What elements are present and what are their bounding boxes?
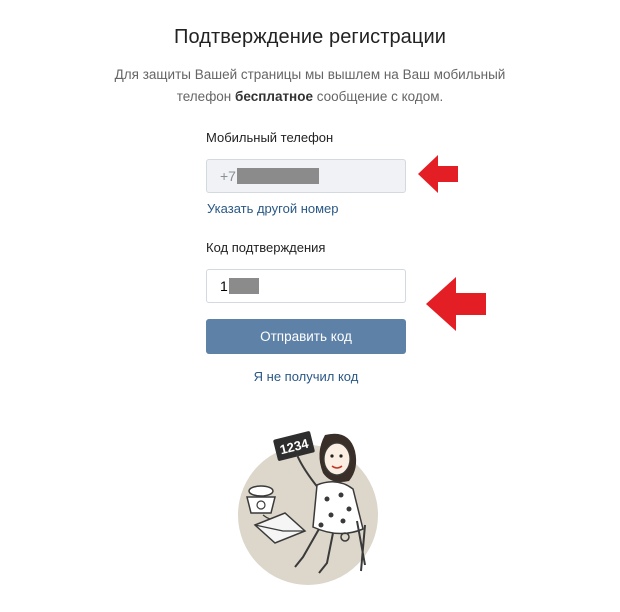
page-title: Подтверждение регистрации xyxy=(173,26,447,48)
description-bold: бесплатное xyxy=(235,89,313,104)
code-not-received-link[interactable]: Я не получил код xyxy=(206,369,406,384)
change-phone-link[interactable]: Указать другой номер xyxy=(207,201,339,216)
phone-label: Мобильный телефон xyxy=(206,130,334,145)
send-code-button[interactable]: Отправить код xyxy=(206,319,406,354)
phone-redaction-mask xyxy=(236,167,319,184)
page-description: Для защиты Вашей страницы мы вышлем на В… xyxy=(95,64,525,108)
left-arrow-icon xyxy=(426,277,486,331)
registration-confirm-page: Подтверждение регистрации Для защиты Ваш… xyxy=(0,0,620,612)
left-arrow-icon xyxy=(418,155,458,193)
phone-prefix: +7 xyxy=(220,168,236,184)
phone-field[interactable]: +7 xyxy=(206,159,406,193)
sms-girl-illustration: 1234 xyxy=(238,431,378,585)
code-label: Код подтверждения xyxy=(206,240,326,255)
code-value: 1 xyxy=(220,278,228,294)
description-text-end: сообщение с кодом. xyxy=(312,89,444,104)
code-redaction-mask xyxy=(228,277,259,294)
code-field[interactable]: 1 xyxy=(206,269,406,303)
